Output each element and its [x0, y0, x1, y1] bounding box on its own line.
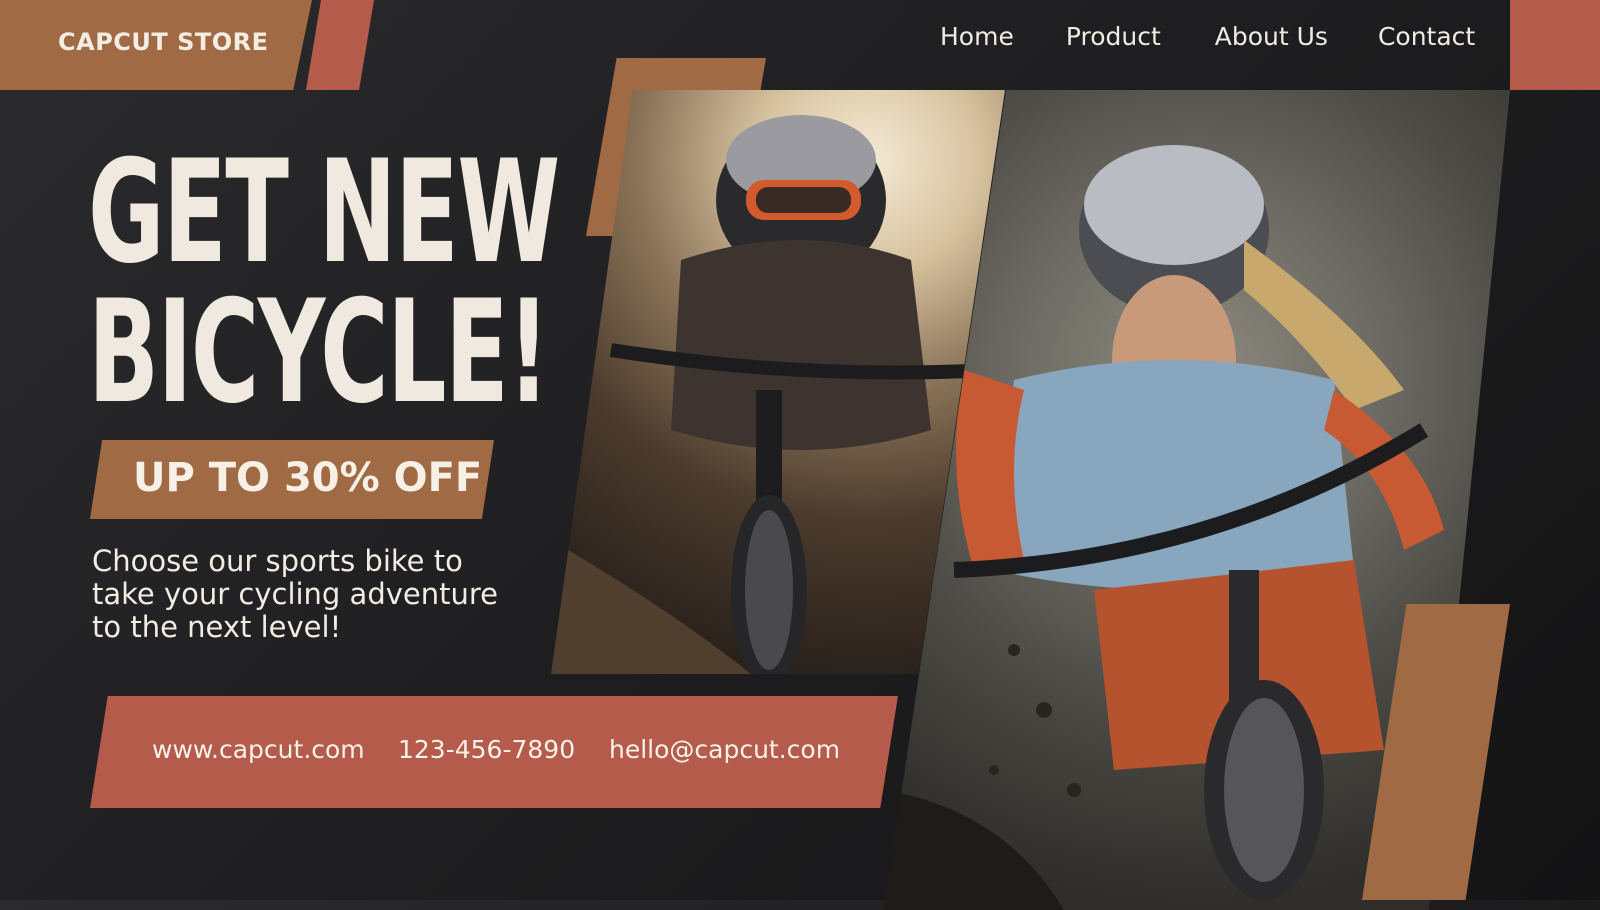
phone-number[interactable]: 123-456-7890: [398, 735, 575, 764]
discount-badge-text: UP TO 30% OFF: [133, 455, 483, 501]
main-nav: Home Product About Us Contact: [900, 22, 1475, 51]
hero-headline-line1: GET NEW: [88, 130, 560, 295]
brand-logo-text[interactable]: CAPCUT STORE: [58, 28, 269, 56]
email-link[interactable]: hello@capcut.com: [609, 735, 840, 764]
brand-accent-shape: [306, 0, 374, 90]
website-link[interactable]: www.capcut.com: [152, 735, 365, 764]
hero-description: Choose our sports bike to take your cycl…: [92, 544, 498, 644]
top-right-accent-shape: [1510, 0, 1600, 90]
nav-item-about-us[interactable]: About Us: [1215, 22, 1328, 51]
nav-item-contact[interactable]: Contact: [1378, 22, 1475, 51]
nav-item-product[interactable]: Product: [1066, 22, 1161, 51]
hero-headline-line2: BICYCLE!: [88, 270, 550, 435]
nav-item-home[interactable]: Home: [940, 22, 1014, 51]
